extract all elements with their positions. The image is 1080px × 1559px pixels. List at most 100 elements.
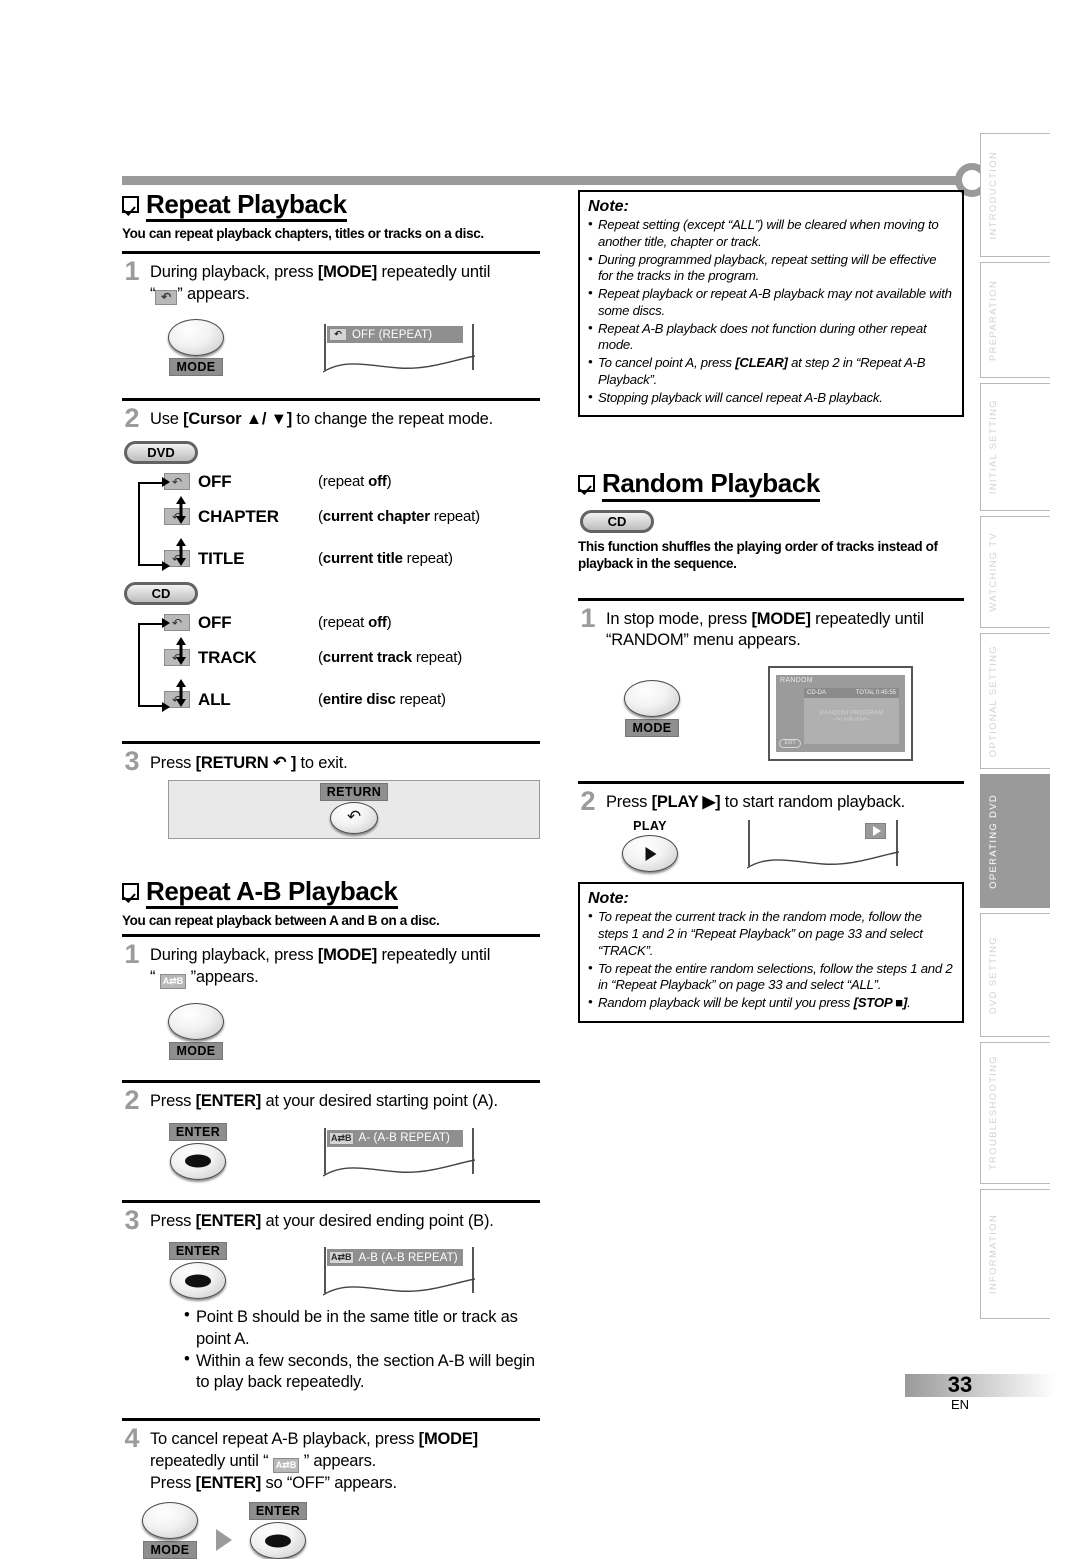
tab-dvd-setting[interactable]: DVD SETTING: [980, 913, 1050, 1037]
ab-repeat-icon: A⇄B: [329, 1131, 354, 1145]
flow-item: ↶ TITLE (current title repeat): [136, 538, 540, 580]
flow-note: (entire disc repeat): [318, 691, 446, 709]
note-item: Repeat setting (except “ALL”) will be cl…: [588, 216, 953, 251]
tab-label: INFORMATION: [988, 1213, 999, 1295]
mode-button-label: MODE: [143, 1541, 197, 1559]
return-button-oval[interactable]: ↶: [330, 802, 378, 835]
random-menu-screen: RANDOM CD-DA TOTAL 0:45:55 RANDOM PROGRA…: [768, 665, 913, 761]
random-step1-controls: MODE RANDOM CD-DA TOTAL 0:45:55 RANDOM P…: [622, 665, 964, 761]
mode-button-unit[interactable]: MODE: [166, 319, 226, 377]
tab-initial-setting[interactable]: INITIAL SETTING: [980, 383, 1050, 511]
torn-edge: [323, 1278, 475, 1296]
osd-play: [747, 820, 899, 872]
mode-button-unit[interactable]: MODE: [622, 679, 682, 737]
flow-label: ALL: [198, 689, 231, 709]
tab-preparation[interactable]: PREPARATION: [980, 262, 1050, 378]
note-list: Repeat setting (except “ALL”) will be cl…: [588, 216, 953, 406]
random-playback-description: This function shuffles the playing order…: [578, 538, 938, 571]
osd-text: OFF (REPEAT): [352, 328, 433, 341]
note-item: Random playback will be kept until you p…: [588, 994, 953, 1012]
osd-ab-point-a: A⇄B A- (A-B REPEAT): [323, 1127, 475, 1180]
mode-button[interactable]: [168, 319, 224, 357]
divider: [122, 740, 540, 744]
osd-text: A-B (A-B REPEAT): [358, 1251, 458, 1264]
repeat-step-2: 2 Use [Cursor ▲/ ▼] to change the repeat…: [122, 403, 540, 434]
divider: [122, 1080, 540, 1084]
repeat-playback-title: Repeat Playback: [146, 190, 347, 223]
random-playback-title: Random Playback: [602, 469, 820, 502]
step-number: 1: [580, 603, 596, 634]
tab-information[interactable]: INFORMATION: [980, 1189, 1050, 1319]
ab-repeat-icon: A⇄B: [159, 974, 187, 990]
flow-note: (current chapter repeat): [318, 508, 480, 526]
flow-arrow: [162, 701, 170, 712]
step-text: Press [PLAY ▶] to start random playback.: [606, 792, 906, 811]
enter-button-unit[interactable]: ENTER: [248, 1502, 308, 1559]
play-button-label: PLAY: [633, 819, 667, 834]
divider: [578, 780, 964, 784]
enter-button-unit[interactable]: ENTER: [168, 1242, 228, 1300]
return-button[interactable]: RETURN ↶: [168, 780, 540, 840]
flow-item: ↶ ALL (entire disc repeat): [136, 679, 540, 721]
flow-loop-bracket: [138, 481, 164, 566]
tab-watching-tv[interactable]: WATCHING TV: [980, 516, 1050, 628]
tab-operating-dvd[interactable]: OPERATING DVD: [980, 774, 1050, 908]
flow-item: ↶ CHAPTER (current chapter repeat): [136, 496, 540, 538]
manual-page: Repeat Playback You can repeat playback …: [0, 0, 1080, 1559]
step-number: 2: [124, 403, 140, 434]
screen-exit-button[interactable]: EXIT: [779, 738, 801, 748]
tab-introduction[interactable]: INTRODUCTION: [980, 133, 1050, 257]
divider: [122, 934, 540, 938]
enter-button[interactable]: [170, 1262, 226, 1300]
flow-note: (current title repeat): [318, 550, 453, 568]
tab-label: PREPARATION: [988, 279, 999, 361]
divider: [122, 398, 540, 402]
mode-button[interactable]: [168, 1003, 224, 1041]
step-number: 2: [124, 1085, 140, 1116]
osd-text: A- (A-B REPEAT): [358, 1132, 450, 1145]
ab-repeat-icon: A⇄B: [272, 1457, 300, 1473]
mode-button-unit[interactable]: MODE: [166, 1003, 226, 1061]
repeat-step-3: 3 Press [RETURN ↶ ] to exit.: [122, 747, 540, 774]
tab-label: OPERATING DVD: [988, 793, 999, 889]
mode-button[interactable]: [624, 679, 680, 717]
osd-repeat-off: ↶ OFF (REPEAT): [323, 324, 475, 376]
tab-troubleshooting[interactable]: TROUBLESHOOTING: [980, 1042, 1050, 1184]
list-item: Point B should be in the same title or t…: [184, 1305, 540, 1351]
note-item: During programmed playback, repeat setti…: [588, 251, 953, 286]
tab-label: WATCHING TV: [988, 532, 999, 612]
repeat-ab-title: Repeat A-B Playback: [146, 877, 398, 910]
osd-ab-point-b: A⇄B A-B (A-B REPEAT): [323, 1247, 475, 1299]
flow-loop-bracket: [138, 622, 164, 707]
random-step-2: 2 Press [PLAY ▶] to start random playbac…: [578, 787, 964, 814]
tab-label: OPTIONAL SETTING: [988, 644, 999, 758]
enter-button-unit[interactable]: ENTER: [168, 1122, 228, 1180]
tab-label: DVD SETTING: [988, 935, 999, 1015]
tab-optional-setting[interactable]: OPTIONAL SETTING: [980, 633, 1050, 769]
section-tabs: INTRODUCTION PREPARATION INITIAL SETTING…: [980, 133, 1050, 1324]
dvd-repeat-flow: ↶ OFF (repeat off) ↶ CHAPTER (current ch…: [122, 468, 540, 598]
note-item: To repeat the current track in the rando…: [588, 908, 953, 959]
step-text: During playback, press [MODE] repeatedly…: [150, 263, 491, 306]
mode-button-label: MODE: [169, 1042, 223, 1061]
dvd-badge: DVD: [124, 440, 198, 464]
step-text: To cancel repeat A-B playback, press [MO…: [150, 1430, 478, 1492]
screen-program-label: RANDOM PROGRAM: [819, 709, 884, 717]
flow-label: OFF: [198, 471, 232, 491]
enter-button[interactable]: [170, 1142, 226, 1180]
note-item: To repeat the entire random selections, …: [588, 960, 953, 995]
mode-button[interactable]: [142, 1502, 198, 1540]
play-button-unit[interactable]: PLAY: [620, 819, 680, 873]
note-list: To repeat the current track in the rando…: [588, 908, 953, 1012]
repeat-step-1: 1 During playback, press [MODE] repeated…: [122, 258, 540, 306]
checkbox-icon: [122, 883, 139, 901]
torn-edge: [747, 851, 899, 869]
checkbox-icon: [122, 196, 139, 213]
flow-item: ↶ OFF (repeat off): [136, 468, 540, 496]
step-text: Press [ENTER] at your desired starting p…: [150, 1092, 498, 1111]
repeat-ab-step2-controls: ENTER A⇄B A- (A-B REPEAT): [168, 1122, 540, 1180]
tab-label: INTRODUCTION: [988, 150, 999, 240]
mode-button-unit[interactable]: MODE: [140, 1502, 200, 1559]
play-button[interactable]: [622, 835, 678, 873]
flow-label: TRACK: [198, 647, 257, 667]
